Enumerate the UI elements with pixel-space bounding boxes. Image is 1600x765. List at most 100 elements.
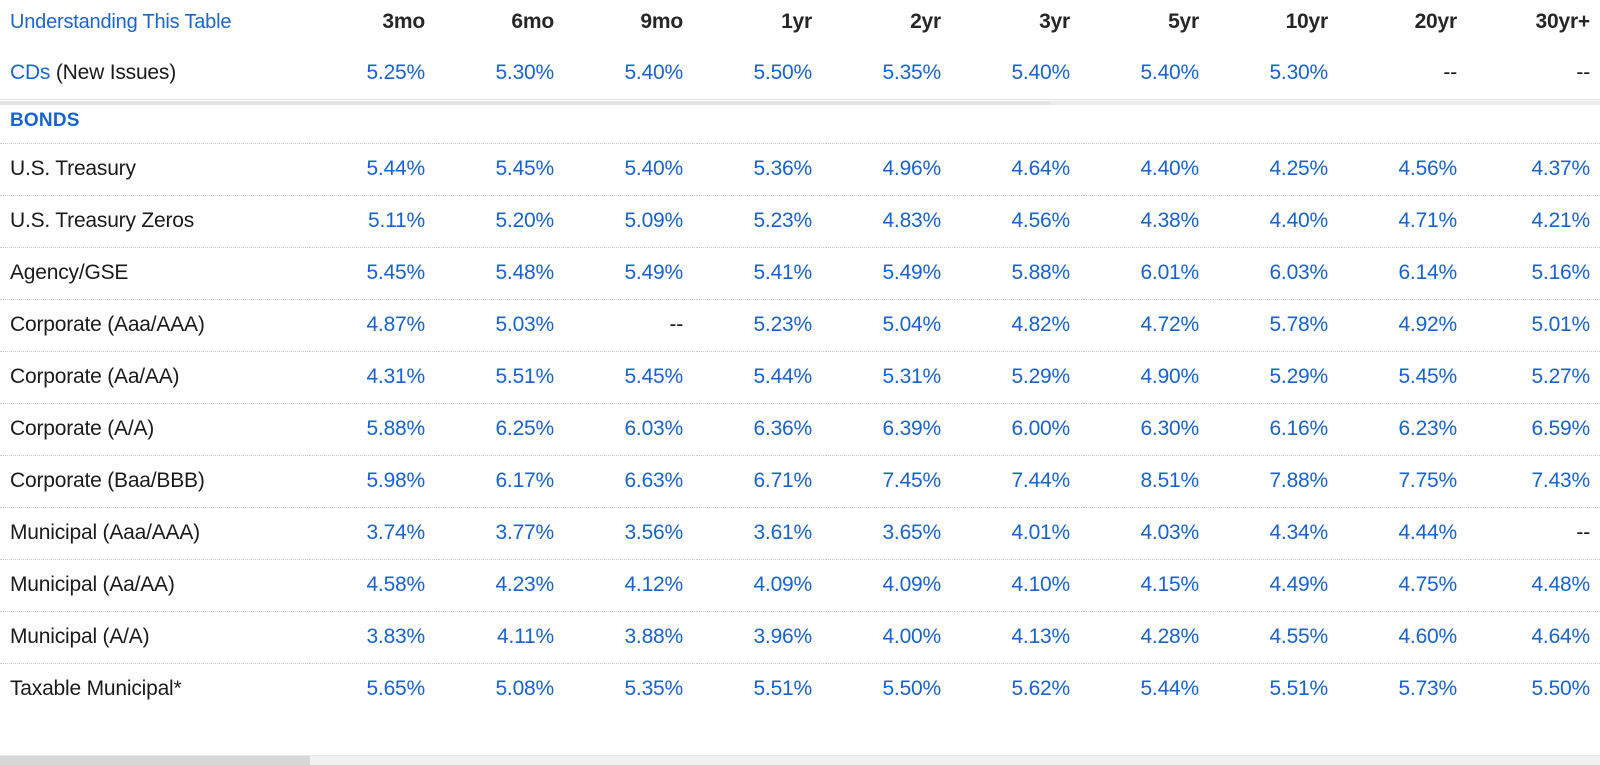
cell-u-s-treasury-2yr: 4.96%	[826, 143, 955, 196]
cell-corporate-a-a-30yr-plus: 6.59%	[1471, 403, 1600, 456]
cell-corporate-aaa-aaa-9mo: --	[568, 299, 697, 352]
cell-u-s-treasury-3yr: 4.64%	[955, 143, 1084, 196]
cell-corporate-baa-bbb-2yr: 7.45%	[826, 455, 955, 508]
cell-cds-1yr: 5.50%	[697, 48, 826, 100]
cell-corporate-aaa-aaa-30yr-plus: 5.01%	[1471, 299, 1600, 352]
cell-cds-5yr: 5.40%	[1084, 48, 1213, 100]
cell-municipal-aa-aa-10yr: 4.49%	[1213, 559, 1342, 612]
column-header-1yr: 1yr	[781, 10, 812, 33]
cell-municipal-a-a-3yr: 4.13%	[955, 611, 1084, 664]
cell-municipal-aaa-aaa-3mo: 3.74%	[310, 507, 439, 560]
cell-u-s-treasury-3mo: 5.44%	[310, 143, 439, 196]
cell-cds-3yr: 5.40%	[955, 48, 1084, 100]
cell-corporate-aa-aa-3yr: 5.29%	[955, 351, 1084, 404]
cell-corporate-aa-aa-30yr-plus: 5.27%	[1471, 351, 1600, 404]
column-header-20yr: 20yr	[1414, 10, 1458, 33]
column-header-6mo: 6mo	[511, 10, 554, 33]
cell-corporate-a-a-3mo: 5.88%	[310, 403, 439, 456]
row-label-u-s-treasury: U.S. Treasury	[0, 143, 310, 196]
cell-municipal-aa-aa-1yr: 4.09%	[697, 559, 826, 612]
table-row: Municipal (Aaa/AAA) 3.74% 3.77% 3.56% 3.…	[0, 507, 1600, 560]
cell-municipal-aaa-aaa-2yr: 3.65%	[826, 507, 955, 560]
cell-taxable-municipal-5yr: 5.44%	[1140, 677, 1199, 700]
cds-link[interactable]: CDs	[10, 61, 50, 84]
cell-corporate-aa-aa-5yr: 4.90%	[1084, 351, 1213, 404]
row-label-municipal-aa-aa: Municipal (Aa/AA)	[0, 559, 310, 612]
cell-municipal-aaa-aaa-9mo: 3.56%	[568, 507, 697, 560]
cell-corporate-aa-aa-9mo: 5.45%	[568, 351, 697, 404]
row-label-agency-gse: Agency/GSE	[0, 247, 310, 300]
cell-municipal-aaa-aaa-20yr: 4.44%	[1342, 507, 1471, 560]
table-row: Corporate (A/A) 5.88% 6.25% 6.03% 6.36% …	[0, 403, 1600, 456]
cell-municipal-aa-aa-2yr: 4.09%	[826, 559, 955, 612]
cell-u-s-treasury-6mo: 5.45%	[439, 143, 568, 196]
column-header-30yr-plus: 30yr+	[1535, 10, 1591, 33]
table-row: Corporate (Aa/AA) 4.31% 5.51% 5.45% 5.44…	[0, 351, 1600, 404]
cell-corporate-baa-bbb-3yr: 7.44%	[955, 455, 1084, 508]
cell-corporate-aaa-aaa-2yr: 5.04%	[826, 299, 955, 352]
cell-cds-10yr: 5.30%	[1213, 48, 1342, 100]
cell-agency-gse-5yr: 6.01%	[1084, 247, 1213, 300]
cell-u-s-treasury-zeros-20yr: 4.71%	[1342, 195, 1471, 248]
cell-agency-gse-2yr: 5.49%	[826, 247, 955, 300]
cell-u-s-treasury-9mo: 5.40%	[568, 143, 697, 196]
cell-corporate-baa-bbb-1yr: 6.71%	[697, 455, 826, 508]
cell-municipal-aaa-aaa-10yr: 4.34%	[1213, 507, 1342, 560]
cell-u-s-treasury-zeros-30yr-plus: 4.21%	[1471, 195, 1600, 248]
table-row-cds: CDs (New Issues) 5.25% 5.30% 5.40% 5.50%…	[0, 48, 1600, 100]
cell-u-s-treasury-zeros-1yr: 5.23%	[697, 195, 826, 248]
cell-taxable-municipal-10yr: 5.51%	[1269, 677, 1328, 700]
cell-municipal-aa-aa-6mo: 4.23%	[439, 559, 568, 612]
cell-municipal-a-a-9mo: 3.88%	[568, 611, 697, 664]
row-label-taxable-municipal: Taxable Municipal*	[10, 677, 182, 700]
cell-corporate-aaa-aaa-3mo: 4.87%	[310, 299, 439, 352]
cell-municipal-aa-aa-9mo: 4.12%	[568, 559, 697, 612]
cell-corporate-baa-bbb-3mo: 5.98%	[310, 455, 439, 508]
section-header-bonds: BONDS	[0, 99, 1600, 144]
cell-corporate-a-a-3yr: 6.00%	[955, 403, 1084, 456]
cell-corporate-baa-bbb-10yr: 7.88%	[1213, 455, 1342, 508]
cell-corporate-aa-aa-20yr: 5.45%	[1342, 351, 1471, 404]
cell-cds-2yr: 5.35%	[826, 48, 955, 100]
cell-corporate-aaa-aaa-5yr: 4.72%	[1084, 299, 1213, 352]
cell-corporate-a-a-6mo: 6.25%	[439, 403, 568, 456]
cell-municipal-aa-aa-3mo: 4.58%	[310, 559, 439, 612]
column-header-10yr: 10yr	[1285, 10, 1329, 33]
cell-u-s-treasury-20yr: 4.56%	[1342, 143, 1471, 196]
cell-municipal-a-a-30yr-plus: 4.64%	[1471, 611, 1600, 664]
row-label-corporate-baa-bbb: Corporate (Baa/BBB)	[0, 455, 310, 508]
understanding-this-table-link[interactable]: Understanding This Table	[0, 0, 310, 48]
cell-municipal-a-a-10yr: 4.55%	[1213, 611, 1342, 664]
cell-corporate-aa-aa-3mo: 4.31%	[310, 351, 439, 404]
cell-taxable-municipal-1yr: 5.51%	[753, 677, 812, 700]
cell-corporate-baa-bbb-6mo: 6.17%	[439, 455, 568, 508]
cell-taxable-municipal-6mo: 5.08%	[495, 677, 554, 700]
cell-municipal-a-a-1yr: 3.96%	[697, 611, 826, 664]
cell-corporate-baa-bbb-9mo: 6.63%	[568, 455, 697, 508]
cell-municipal-a-a-6mo: 4.11%	[439, 611, 568, 664]
horizontal-scrollbar[interactable]	[0, 755, 1600, 765]
row-label-corporate-a-a: Corporate (A/A)	[0, 403, 310, 456]
cell-corporate-aaa-aaa-1yr: 5.23%	[697, 299, 826, 352]
table-header: Understanding This Table 3mo 6mo 9mo 1yr…	[0, 0, 1600, 48]
cell-taxable-municipal-3yr: 5.62%	[1011, 677, 1070, 700]
cell-corporate-a-a-9mo: 6.03%	[568, 403, 697, 456]
horizontal-scrollbar-thumb[interactable]	[0, 756, 310, 765]
cell-municipal-aaa-aaa-6mo: 3.77%	[439, 507, 568, 560]
cell-cds-20yr: --	[1342, 48, 1471, 100]
table-row: Corporate (Baa/BBB) 5.98% 6.17% 6.63% 6.…	[0, 455, 1600, 508]
cell-corporate-baa-bbb-5yr: 8.51%	[1084, 455, 1213, 508]
cell-municipal-aa-aa-30yr-plus: 4.48%	[1471, 559, 1600, 612]
cell-corporate-aaa-aaa-6mo: 5.03%	[439, 299, 568, 352]
cell-municipal-aaa-aaa-1yr: 3.61%	[697, 507, 826, 560]
table-row: U.S. Treasury 5.44% 5.45% 5.40% 5.36% 4.…	[0, 143, 1600, 196]
column-header-5yr: 5yr	[1168, 10, 1199, 33]
cell-u-s-treasury-zeros-5yr: 4.38%	[1084, 195, 1213, 248]
cell-corporate-aaa-aaa-10yr: 5.78%	[1213, 299, 1342, 352]
cell-agency-gse-3yr: 5.88%	[955, 247, 1084, 300]
cell-agency-gse-9mo: 5.49%	[568, 247, 697, 300]
cell-agency-gse-3mo: 5.45%	[310, 247, 439, 300]
cell-corporate-aa-aa-2yr: 5.31%	[826, 351, 955, 404]
row-label-municipal-aaa-aaa: Municipal (Aaa/AAA)	[0, 507, 310, 560]
table-row: Municipal (A/A) 3.83% 4.11% 3.88% 3.96% …	[0, 611, 1600, 664]
